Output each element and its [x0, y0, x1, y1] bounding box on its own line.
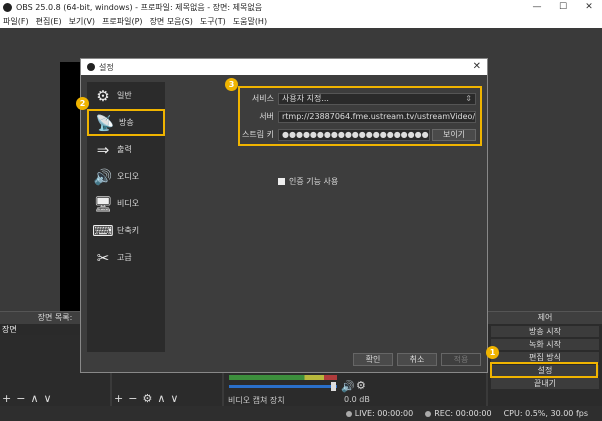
maximize-button[interactable]: ☐ [550, 0, 576, 14]
dialog-close-button[interactable]: ✕ [473, 61, 481, 72]
sidebar-item-label: 일반 [117, 91, 132, 100]
sidebar-item-video[interactable]: 🖥 비디오 [87, 190, 165, 217]
gear-icon[interactable]: ⚙ [356, 379, 366, 392]
gear-icon: ⚙ [96, 86, 110, 105]
volume-slider[interactable] [229, 385, 337, 388]
tools-icon: ✂ [96, 248, 110, 267]
start-streaming-button[interactable]: 방송 시작 [491, 326, 599, 337]
service-value: 사용자 지정... [282, 93, 329, 103]
service-label: 서비스 [251, 94, 274, 103]
rec-dot-icon [425, 410, 432, 417]
service-row: 서비스 사용자 지정... ⇕ [240, 92, 480, 105]
menu-tools[interactable]: 도구(T) [200, 16, 226, 27]
speaker-icon[interactable]: 🔊 [341, 380, 355, 393]
server-label: 서버 [259, 112, 274, 121]
start-recording-button[interactable]: 녹화 시작 [491, 339, 599, 350]
mixer-db-readout: 0.0 dB [344, 395, 370, 404]
live-dot-icon [345, 410, 352, 417]
sidebar-item-general[interactable]: ⚙ 일반 [87, 82, 165, 109]
scene-down-button[interactable]: ∨ [44, 392, 52, 405]
settings-dialog-title: 설정 [99, 62, 114, 72]
source-down-button[interactable]: ∨ [170, 392, 178, 405]
menu-profile[interactable]: 프로파일(P) [102, 16, 143, 27]
sidebar-item-advanced[interactable]: ✂ 고급 [87, 244, 165, 271]
controls-dock: 제어 방송 시작 녹화 시작 편집 방식 설정 끝내기 [488, 311, 602, 406]
sidebar-item-label: 단축키 [117, 226, 140, 235]
stream-key-input[interactable]: ●●●●●●●●●●●●●●●●●●●●●●●●●● [278, 128, 430, 141]
remove-scene-button[interactable]: − [16, 392, 25, 405]
window-title: OBS 25.0.8 (64-bit, windows) - 프로파일: 제목없… [16, 2, 263, 12]
sidebar-item-label: 고급 [117, 253, 132, 262]
window-titlebar: OBS 25.0.8 (64-bit, windows) - 프로파일: 제목없… [0, 0, 602, 14]
menu-view[interactable]: 보기(V) [69, 16, 95, 27]
sources-toolbar: + − ⚙ ∧ ∨ [112, 390, 178, 406]
stream-key-row: 스트림 키 ●●●●●●●●●●●●●●●●●●●●●●●●●● 보이기 [240, 128, 480, 141]
remove-source-button[interactable]: − [128, 392, 137, 405]
live-status: LIVE: 00:00:00 [345, 409, 414, 418]
live-time: LIVE: 00:00:00 [354, 409, 414, 418]
settings-dialog: 설정 ✕ ⚙ 일반 📡 방송 ⇒ 출력 🔊 오디오 🖥 비디오 ⌨ 단축키 ✂ [80, 58, 488, 373]
keyboard-icon: ⌨ [92, 221, 114, 240]
sidebar-item-hotkeys[interactable]: ⌨ 단축키 [87, 217, 165, 244]
source-up-button[interactable]: ∧ [157, 392, 165, 405]
stream-key-label: 스트림 키 [242, 130, 274, 139]
sidebar-item-label: 비디오 [117, 199, 140, 208]
status-bar: LIVE: 00:00:00 REC: 00:00:00 CPU: 0.5%, … [0, 406, 602, 421]
sidebar-item-label: 오디오 [117, 172, 140, 181]
auth-checkbox[interactable] [278, 178, 285, 185]
exit-button[interactable]: 끝내기 [491, 378, 599, 389]
broadcast-icon: 📡 [95, 113, 115, 132]
menu-scene-collection[interactable]: 장면 모음(S) [150, 16, 193, 27]
stream-settings-highlight: 서비스 사용자 지정... ⇕ 서버 rtmp://23887064.fme.u… [238, 86, 482, 146]
cancel-button[interactable]: 취소 [397, 353, 437, 366]
sidebar-item-label: 출력 [117, 145, 132, 154]
settings-sidebar: ⚙ 일반 📡 방송 ⇒ 출력 🔊 오디오 🖥 비디오 ⌨ 단축키 ✂ 고급 [87, 82, 165, 352]
callout-badge-3: 3 [225, 78, 238, 91]
sidebar-item-label: 방송 [119, 118, 134, 127]
callout-badge-1: 1 [486, 346, 499, 359]
scenes-toolbar: + − ∧ ∨ [0, 390, 52, 406]
server-row: 서버 rtmp://23887064.fme.ustream.tv/ustrea… [240, 110, 480, 123]
monitor-icon: 🖥 [93, 194, 113, 213]
window-controls: — ☐ ✕ [524, 0, 602, 14]
show-key-button[interactable]: 보이기 [432, 128, 476, 141]
menu-bar: 파일(F) 편집(E) 보기(V) 프로파일(P) 장면 모음(S) 도구(T)… [0, 14, 602, 28]
menu-edit[interactable]: 편집(E) [36, 16, 62, 27]
service-select[interactable]: 사용자 지정... ⇕ [278, 92, 476, 105]
auth-checkbox-row[interactable]: 인증 기능 사용 [278, 176, 338, 187]
mixer-source-label: 비디오 캡쳐 장치 [228, 396, 285, 405]
sidebar-item-output[interactable]: ⇒ 출력 [87, 136, 165, 163]
add-source-button[interactable]: + [114, 392, 123, 405]
output-icon: ⇒ [96, 140, 110, 159]
volume-slider-thumb[interactable] [331, 382, 336, 391]
close-button[interactable]: ✕ [576, 0, 602, 14]
obs-app-icon [3, 2, 12, 12]
menu-help[interactable]: 도움말(H) [233, 16, 267, 27]
menu-file[interactable]: 파일(F) [3, 16, 29, 27]
sidebar-item-audio[interactable]: 🔊 오디오 [87, 163, 165, 190]
sidebar-item-stream[interactable]: 📡 방송 [87, 109, 165, 136]
rec-time: REC: 00:00:00 [434, 409, 492, 418]
callout-badge-2: 2 [76, 97, 89, 110]
ok-button[interactable]: 확인 [353, 353, 393, 366]
cpu-status: CPU: 0.5%, 30.00 fps [503, 409, 588, 418]
source-properties-button[interactable]: ⚙ [142, 392, 152, 405]
apply-button[interactable]: 적용 [441, 353, 481, 366]
server-input[interactable]: rtmp://23887064.fme.ustream.tv/ustreamVi… [278, 110, 476, 123]
minimize-button[interactable]: — [524, 0, 550, 14]
obs-app-icon [87, 63, 95, 71]
rec-status: REC: 00:00:00 [425, 409, 492, 418]
controls-dock-header: 제어 [488, 312, 602, 324]
add-scene-button[interactable]: + [2, 392, 11, 405]
speaker-icon: 🔊 [93, 167, 113, 186]
audio-mixer-dock: 🔊 ⚙ 비디오 캡쳐 장치 0.0 dB [224, 371, 486, 406]
chevron-updown-icon: ⇕ [465, 93, 472, 103]
dialog-button-row: 확인 취소 적용 [353, 353, 481, 366]
settings-dialog-titlebar: 설정 ✕ [81, 59, 487, 75]
settings-button-highlight [490, 362, 598, 378]
volume-meter [229, 375, 337, 380]
sources-dock: + − ⚙ ∧ ∨ [112, 373, 222, 406]
scene-up-button[interactable]: ∧ [30, 392, 38, 405]
auth-checkbox-label: 인증 기능 사용 [289, 177, 339, 186]
